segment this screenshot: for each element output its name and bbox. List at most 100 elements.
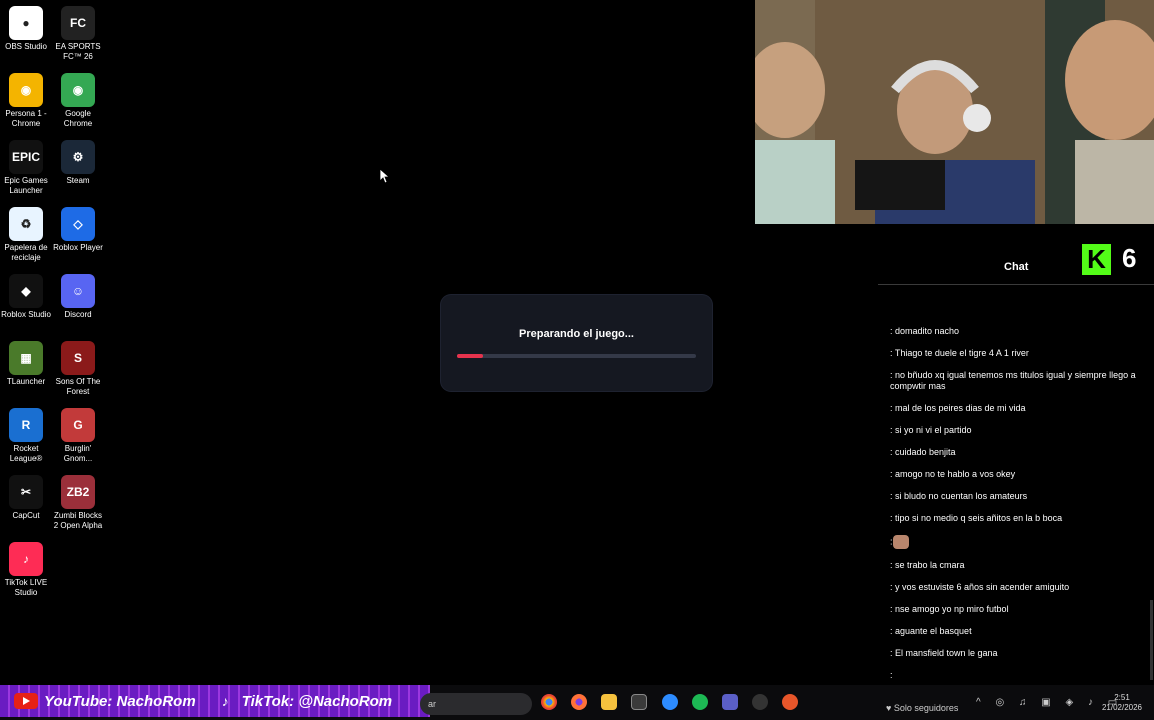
spotify-taskbar-icon[interactable] xyxy=(692,694,708,710)
chat-message-text: : si bludo no cuentan los amateurs xyxy=(890,491,1028,501)
desktop-icon[interactable]: ☺ Discord xyxy=(51,268,105,320)
loading-progress-fill xyxy=(457,354,484,358)
chat-message: : cuidado benjita xyxy=(890,447,1140,458)
tiktok-icon: ♪ xyxy=(221,693,229,709)
loading-dialog: Preparando el juego... xyxy=(441,295,712,391)
webcam-feed xyxy=(755,0,1154,224)
desktop-icon[interactable]: R Rocket League® xyxy=(0,402,53,464)
chat-message-text: : aguante el basquet xyxy=(890,626,972,636)
desktop-icon[interactable]: ◇ Roblox Player xyxy=(51,201,105,253)
chat-message: : El mansfield town le gana xyxy=(890,648,1140,659)
app-taskbar-icon[interactable] xyxy=(782,694,798,710)
desktop-icon[interactable]: G Burglin' Gnom... xyxy=(51,402,105,464)
desktop-icon-label: EA SPORTS FC™ 26 xyxy=(55,42,101,61)
roblox-studio-icon: ◆ xyxy=(9,274,43,308)
chat-message-text: : El mansfield town le gana xyxy=(890,648,998,658)
chat-header: Chat xyxy=(878,258,1154,285)
taskbar-search-input[interactable]: ar xyxy=(420,693,532,715)
desktop-icon[interactable]: ✂ CapCut xyxy=(0,469,53,521)
chat-message: : y vos estuviste 6 años sin acender ami… xyxy=(890,582,1140,593)
youtube-handle: YouTube: NachoRom xyxy=(44,692,196,710)
desktop-icon[interactable]: ♻ Papelera de reciclaje xyxy=(0,201,53,263)
desktop-icon-label: Zumbi Blocks 2 Open Alpha xyxy=(53,511,103,530)
desktop-icon-label: Steam xyxy=(66,176,90,185)
chat-message-text: : si yo ni vi el partido xyxy=(890,425,972,435)
desktop-icon-label: Persona 1 - Chrome xyxy=(5,109,47,128)
desktop-icon[interactable]: EPIC Epic Games Launcher xyxy=(0,134,53,196)
desktop-icon-label: Roblox Player xyxy=(53,243,103,252)
roblox-player-icon: ◇ xyxy=(61,207,95,241)
desktop-icon[interactable]: S Sons Of The Forest xyxy=(51,335,105,397)
desktop-icon-label: Rocket League® xyxy=(9,444,43,463)
desktop-icon-label: CapCut xyxy=(12,511,40,520)
tiktok-live-studio-icon: ♪ xyxy=(9,542,43,576)
chat-message: : domadito nacho xyxy=(890,326,1140,337)
desktop-icon[interactable]: FC EA SPORTS FC™ 26 xyxy=(51,0,105,62)
desktop-icon-label: Burglin' Gnom... xyxy=(63,444,93,463)
desktop-icon[interactable]: ▦ TLauncher xyxy=(0,335,53,387)
desktop-icon[interactable]: ◉ Persona 1 - Chrome xyxy=(0,67,53,129)
desktop-icon[interactable]: ZB2 Zumbi Blocks 2 Open Alpha xyxy=(51,469,105,531)
chat-message-text: : mal de los peires dias de mi vida xyxy=(890,403,1026,413)
desktop-icon[interactable]: ♪ TikTok LIVE Studio xyxy=(0,536,53,598)
chat-message: : no bñudo xq igual tenemos ms titulos i… xyxy=(890,370,1140,392)
chat-message: : xyxy=(890,535,1140,549)
chat-message: : xyxy=(890,670,1140,681)
obs-icon: ● xyxy=(9,6,43,40)
chat-message-text: : se trabo la cmara xyxy=(890,560,965,570)
chat-message: : aguante el basquet xyxy=(890,626,1140,637)
chat-message-text: : amogo no te hablo a vos okey xyxy=(890,469,1016,479)
desktop-icon-label: Discord xyxy=(64,310,92,319)
mouse-cursor-icon xyxy=(380,169,390,183)
clock-time: 2:51 xyxy=(1114,693,1130,702)
social-banner: YouTube: NachoRom ♪ TikTok: @NachoRom xyxy=(0,685,430,717)
file-explorer-taskbar-icon[interactable] xyxy=(601,694,617,710)
desktop-icon[interactable]: ◆ Roblox Studio xyxy=(0,268,53,320)
epic-games-icon: EPIC xyxy=(9,140,43,174)
loading-progress-bar xyxy=(457,354,696,358)
clock-date: 21/02/2026 xyxy=(1101,703,1143,712)
desktop-icon[interactable]: ● OBS Studio xyxy=(0,0,53,52)
viewer-count: 6 xyxy=(1122,243,1137,273)
desktop-icon[interactable]: ⚙ Steam xyxy=(51,134,105,186)
desktop-icon-label: Google Chrome xyxy=(63,109,93,128)
firefox-taskbar-icon[interactable] xyxy=(571,694,587,710)
solo-seguidores-label: ♥ Solo seguidores xyxy=(886,703,959,713)
chat-message: : nse amogo yo np miro futbol xyxy=(890,604,1140,615)
capcut-icon: ✂ xyxy=(9,475,43,509)
desktop-icon-label: Epic Games Launcher xyxy=(4,176,48,195)
store-taskbar-icon[interactable] xyxy=(631,694,647,710)
chat-message: : amogo no te hablo a vos okey xyxy=(890,469,1140,480)
tlauncher-icon: ▦ xyxy=(9,341,43,375)
desktop-icons: ● OBS Studio FC EA SPORTS FC™ 26 ◉ Persona 1 … xyxy=(0,0,110,680)
chat-message-text: : y vos estuviste 6 años sin acender ami… xyxy=(890,582,1070,592)
zumbi-blocks-icon: ZB2 xyxy=(61,475,95,509)
desktop-icon-label: OBS Studio xyxy=(5,42,47,51)
chat-scrollbar[interactable] xyxy=(1150,600,1153,680)
recycle-bin-icon: ♻ xyxy=(9,207,43,241)
desktop-icon-label: Sons Of The Forest xyxy=(55,377,101,396)
chrome-icon: ◉ xyxy=(61,73,95,107)
chat-message-text: : nse amogo yo np miro futbol xyxy=(890,604,1009,614)
youtube-icon xyxy=(14,693,38,709)
chat-message: : mal de los peires dias de mi vida xyxy=(890,403,1140,414)
chat-message: : si bludo no cuentan los amateurs xyxy=(890,491,1140,502)
chrome-profile-icon: ◉ xyxy=(9,73,43,107)
chat-message-text: : domadito nacho xyxy=(890,326,960,336)
chat-messages: : domadito nacho: Thiago te duele el tig… xyxy=(890,326,1140,692)
teams-taskbar-icon[interactable] xyxy=(722,694,738,710)
chrome-taskbar-icon[interactable] xyxy=(541,694,557,710)
desktop-icon-label: TLauncher xyxy=(6,377,46,386)
tiktok-handle: TikTok: @NachoRom xyxy=(241,692,393,710)
taskbar-clock[interactable]: 2:51 21/02/2026 xyxy=(1097,693,1147,713)
chat-message-text: : no bñudo xq igual tenemos ms titulos i… xyxy=(890,370,1136,391)
desktop-icon-label: TikTok LIVE Studio xyxy=(4,578,48,597)
steam-icon: ⚙ xyxy=(61,140,95,174)
chat-message: : tipo si no medio q seis añitos en la b… xyxy=(890,513,1140,524)
desktop-icon[interactable]: ◉ Google Chrome xyxy=(51,67,105,129)
rocket-league-icon: R xyxy=(9,408,43,442)
zoom-taskbar-icon[interactable] xyxy=(662,694,678,710)
loading-title: Preparando el juego... xyxy=(519,328,634,340)
desktop-icon-label: Papelera de reciclaje xyxy=(4,243,48,262)
obs-taskbar-icon[interactable] xyxy=(752,694,768,710)
